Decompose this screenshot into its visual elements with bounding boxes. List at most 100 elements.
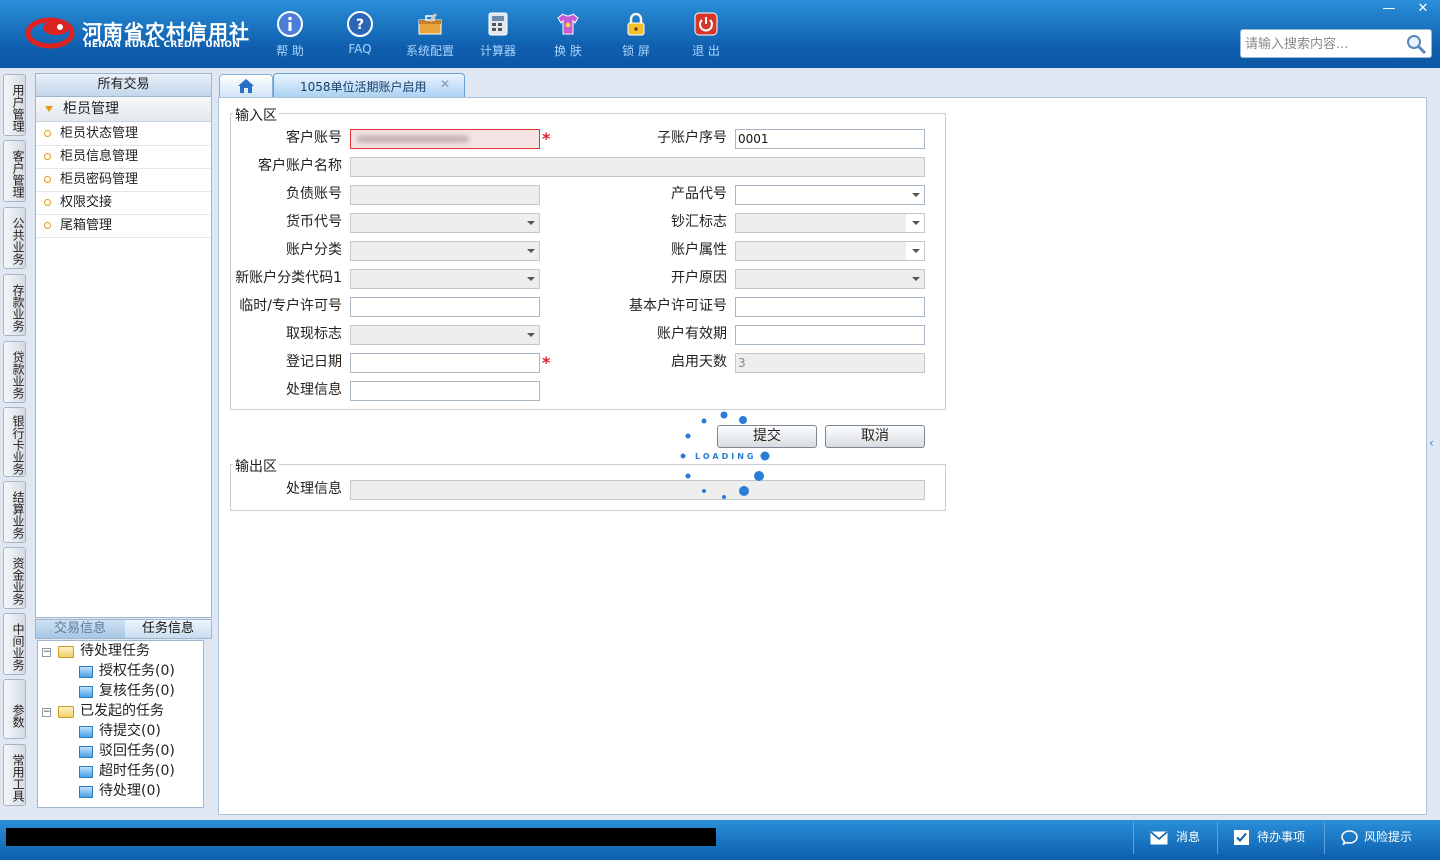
logo-emblem-icon (26, 17, 75, 49)
tree-item-authorization[interactable]: 授权任务(0) (99, 661, 175, 681)
menu-group-teller-management[interactable]: 柜员管理 (36, 97, 211, 122)
change-skin-label: 换 肤 (554, 44, 582, 58)
category-fund-business[interactable]: 资金业务 (3, 547, 26, 609)
product-code-select[interactable] (735, 185, 925, 205)
category-settlement-business[interactable]: 结算业务 (3, 481, 26, 543)
loading-indicator: LOADING (675, 408, 775, 502)
svg-text:?: ? (356, 17, 364, 33)
category-public-business[interactable]: 公共业务 (3, 207, 26, 269)
status-separator (1324, 822, 1325, 854)
document-tab-strip: 1058单位活期账户启用 ✕ (215, 72, 1427, 98)
customer-account-input[interactable] (350, 129, 540, 149)
withdraw-flag-select (350, 325, 540, 345)
bullet-icon (44, 222, 51, 229)
collapse-toggle-icon[interactable]: − (42, 648, 51, 657)
menu-item-teller-password[interactable]: 柜员密码管理 (36, 168, 211, 192)
task-folder-icon (79, 726, 93, 738)
enable-days-input: 3 (735, 353, 925, 373)
new-category-code-select (350, 269, 540, 289)
sub-account-no-label: 子账户序号 (657, 130, 727, 146)
close-window-button[interactable]: ✕ (1406, 0, 1440, 18)
category-user-management[interactable]: 用户管理 (3, 74, 26, 136)
new-category-code-label: 新账户分类代码1 (235, 270, 342, 286)
system-config-label: 系统配置 (405, 44, 454, 58)
side-collapse-arrow-icon[interactable]: ‹ (1429, 425, 1439, 461)
account-validity-label: 账户有效期 (657, 326, 727, 342)
status-message-area (6, 828, 716, 846)
tree-item-timeout[interactable]: 超时任务(0) (99, 761, 175, 781)
home-tab[interactable] (219, 74, 273, 98)
risk-alert-button[interactable]: 风险提示 (1341, 820, 1412, 854)
power-icon (694, 12, 718, 36)
tree-item-rejected[interactable]: 驳回任务(0) (99, 741, 175, 761)
messages-label: 消息 (1176, 830, 1201, 844)
sub-account-no-input[interactable]: 0001 (735, 129, 925, 149)
tab-transaction-info[interactable]: 交易信息 (36, 620, 124, 638)
customer-account-label: 客户账号 (286, 130, 342, 146)
menu-item-label: 柜员状态管理 (60, 126, 139, 141)
required-mark: * (542, 353, 551, 372)
collapse-toggle-icon[interactable]: − (42, 708, 51, 717)
faq-button[interactable]: ? FAQ (328, 8, 392, 64)
output-process-info-label: 处理信息 (286, 481, 342, 497)
category-parameters[interactable]: 参数 (3, 679, 26, 739)
menu-item-teller-info[interactable]: 柜员信息管理 (36, 145, 211, 169)
todo-button[interactable]: 待办事项 (1234, 820, 1305, 854)
envelope-icon (1150, 830, 1168, 844)
register-date-input[interactable] (350, 353, 540, 373)
main-work-area: 输入区 客户账号 * 子账户序号 0001 客户账户名称 负债账号 产品代号 货… (218, 97, 1427, 815)
tree-group-pending[interactable]: 待处理任务 (80, 641, 150, 661)
status-separator (1217, 822, 1218, 854)
help-button[interactable]: 帮 助 (258, 8, 322, 64)
task-tree: − 待处理任务 授权任务(0) 复核任务(0) − 已发起的任务 待提交(0) … (37, 640, 204, 808)
account-validity-input[interactable] (735, 325, 925, 345)
minimize-button[interactable]: — (1372, 0, 1406, 18)
folder-open-icon (58, 706, 74, 718)
category-customer-management[interactable]: 客户管理 (3, 140, 26, 202)
tree-item-to-process[interactable]: 待处理(0) (99, 781, 161, 801)
register-date-label: 登记日期 (286, 354, 342, 370)
tab-task-info[interactable]: 任务信息 (125, 620, 211, 638)
basic-license-input[interactable] (735, 297, 925, 317)
messages-button[interactable]: 消息 (1150, 820, 1200, 854)
category-deposit-business[interactable]: 存款业务 (3, 274, 26, 336)
masked-account-value (357, 135, 469, 143)
change-skin-button[interactable]: 换 肤 (536, 8, 600, 64)
category-sidebar: 用户管理 客户管理 公共业务 存款业务 贷款业务 银行卡业务 结算业务 资金业务… (0, 68, 32, 820)
task-panel-tabs: 交易信息 任务信息 (35, 619, 212, 639)
enable-days-label: 启用天数 (671, 354, 727, 370)
calculator-button[interactable]: 计算器 (466, 8, 530, 64)
chevron-down-icon (521, 270, 539, 288)
menu-item-teller-status[interactable]: 柜员状态管理 (36, 122, 211, 146)
loading-text: LOADING (695, 452, 757, 461)
tree-group-initiated[interactable]: 已发起的任务 (80, 701, 164, 721)
menu-item-label: 权限交接 (60, 195, 113, 210)
search-input[interactable] (1243, 32, 1405, 56)
category-bank-card-business[interactable]: 银行卡业务 (3, 407, 26, 477)
chevron-down-icon (906, 214, 924, 232)
chevron-down-icon (906, 270, 924, 288)
chevron-down-icon (521, 242, 539, 260)
menu-item-label: 柜员密码管理 (60, 172, 139, 187)
category-common-tools[interactable]: 常用工具 (3, 744, 26, 806)
checkbox-icon (1234, 830, 1249, 845)
process-info-input[interactable] (350, 381, 540, 401)
close-icon[interactable]: ✕ (440, 77, 450, 91)
lock-screen-button[interactable]: 锁 屏 (604, 8, 668, 64)
search-icon[interactable] (1405, 33, 1427, 55)
exit-button[interactable]: 退 出 (674, 8, 738, 64)
calculator-label: 计算器 (479, 44, 516, 58)
system-config-button[interactable]: 系统配置 (398, 8, 462, 64)
menu-item-permission-handover[interactable]: 权限交接 (36, 191, 211, 215)
calculator-icon (488, 12, 508, 36)
tab-account-activation[interactable]: 1058单位活期账户启用 ✕ (273, 73, 465, 98)
category-intermediate-business[interactable]: 中间业务 (3, 613, 26, 675)
account-attribute-select (735, 241, 925, 261)
tree-item-to-submit[interactable]: 待提交(0) (99, 721, 161, 741)
temp-license-input[interactable] (350, 297, 540, 317)
category-loan-business[interactable]: 贷款业务 (3, 341, 26, 403)
tree-item-review[interactable]: 复核任务(0) (99, 681, 175, 701)
menu-item-tail-box[interactable]: 尾箱管理 (36, 214, 211, 238)
task-folder-icon (79, 766, 93, 778)
cancel-button[interactable]: 取消 (825, 425, 925, 448)
